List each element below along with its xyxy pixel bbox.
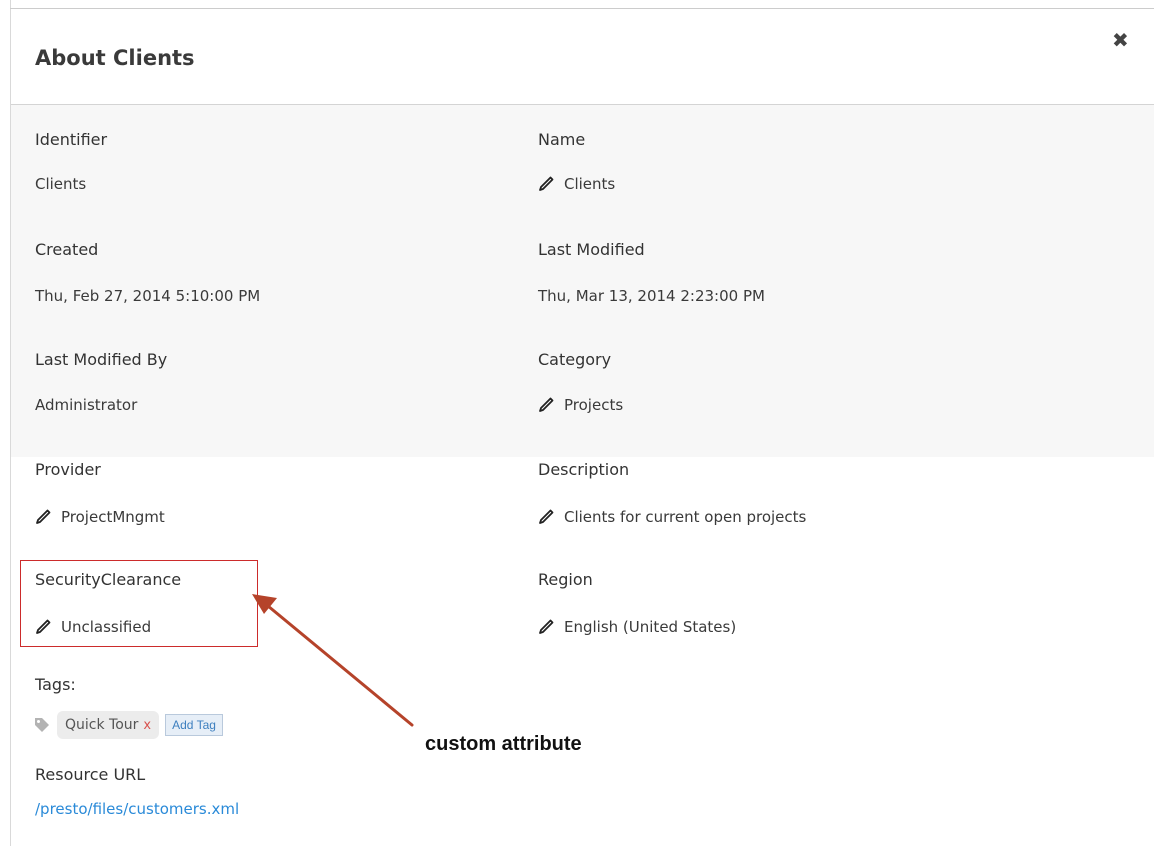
pencil-icon — [539, 509, 554, 524]
provider-value: ProjectMngmt — [61, 508, 165, 526]
add-tag-button[interactable]: Add Tag — [165, 714, 223, 736]
tag-chip[interactable]: Quick Tour x — [57, 711, 160, 739]
pencil-icon — [539, 397, 554, 412]
category-value: Projects — [564, 396, 624, 414]
tags-label: Tags: — [35, 675, 76, 694]
region-value: English (United States) — [564, 618, 737, 636]
created-label: Created — [35, 240, 99, 259]
identifier-label: Identifier — [35, 130, 108, 149]
tag-remove-icon[interactable]: x — [143, 718, 151, 733]
provider-edit[interactable]: ProjectMngmt — [35, 508, 165, 526]
name-edit[interactable]: Clients — [538, 175, 615, 193]
dialog-title: About Clients — [35, 46, 195, 70]
region-edit[interactable]: English (United States) — [538, 618, 736, 636]
category-edit[interactable]: Projects — [538, 396, 623, 414]
tags-row: Quick Tour x Add Tag — [33, 711, 223, 739]
last-modified-by-value: Administrator — [35, 396, 138, 414]
pencil-icon — [539, 619, 554, 634]
last-modified-label: Last Modified — [538, 240, 645, 259]
name-label: Name — [538, 130, 586, 149]
annotation-label: custom attribute — [425, 733, 582, 755]
tag-icon — [35, 718, 49, 732]
identifier-value: Clients — [35, 175, 87, 193]
description-value: Clients for current open projects — [564, 508, 807, 526]
description-edit[interactable]: Clients for current open projects — [538, 508, 806, 526]
tag-label: Quick Tour — [65, 717, 139, 733]
last-modified-by-label: Last Modified By — [35, 350, 168, 369]
region-label: Region — [538, 570, 593, 589]
pencil-icon — [539, 176, 554, 191]
description-label: Description — [538, 460, 630, 479]
custom-attribute-highlight — [20, 560, 258, 647]
last-modified-value: Thu, Mar 13, 2014 2:23:00 PM — [538, 287, 765, 305]
pencil-icon — [36, 509, 51, 524]
name-value: Clients — [564, 175, 616, 193]
close-icon[interactable]: ✖ — [1112, 30, 1129, 50]
created-value: Thu, Feb 27, 2014 5:10:00 PM — [35, 287, 261, 305]
category-label: Category — [538, 350, 612, 369]
about-dialog: About Clients ✖ Identifier Clients Name … — [0, 0, 1154, 846]
provider-label: Provider — [35, 460, 101, 479]
resource-url-label: Resource URL — [35, 765, 146, 784]
resource-url-link[interactable]: /presto/files/customers.xml — [35, 800, 239, 818]
